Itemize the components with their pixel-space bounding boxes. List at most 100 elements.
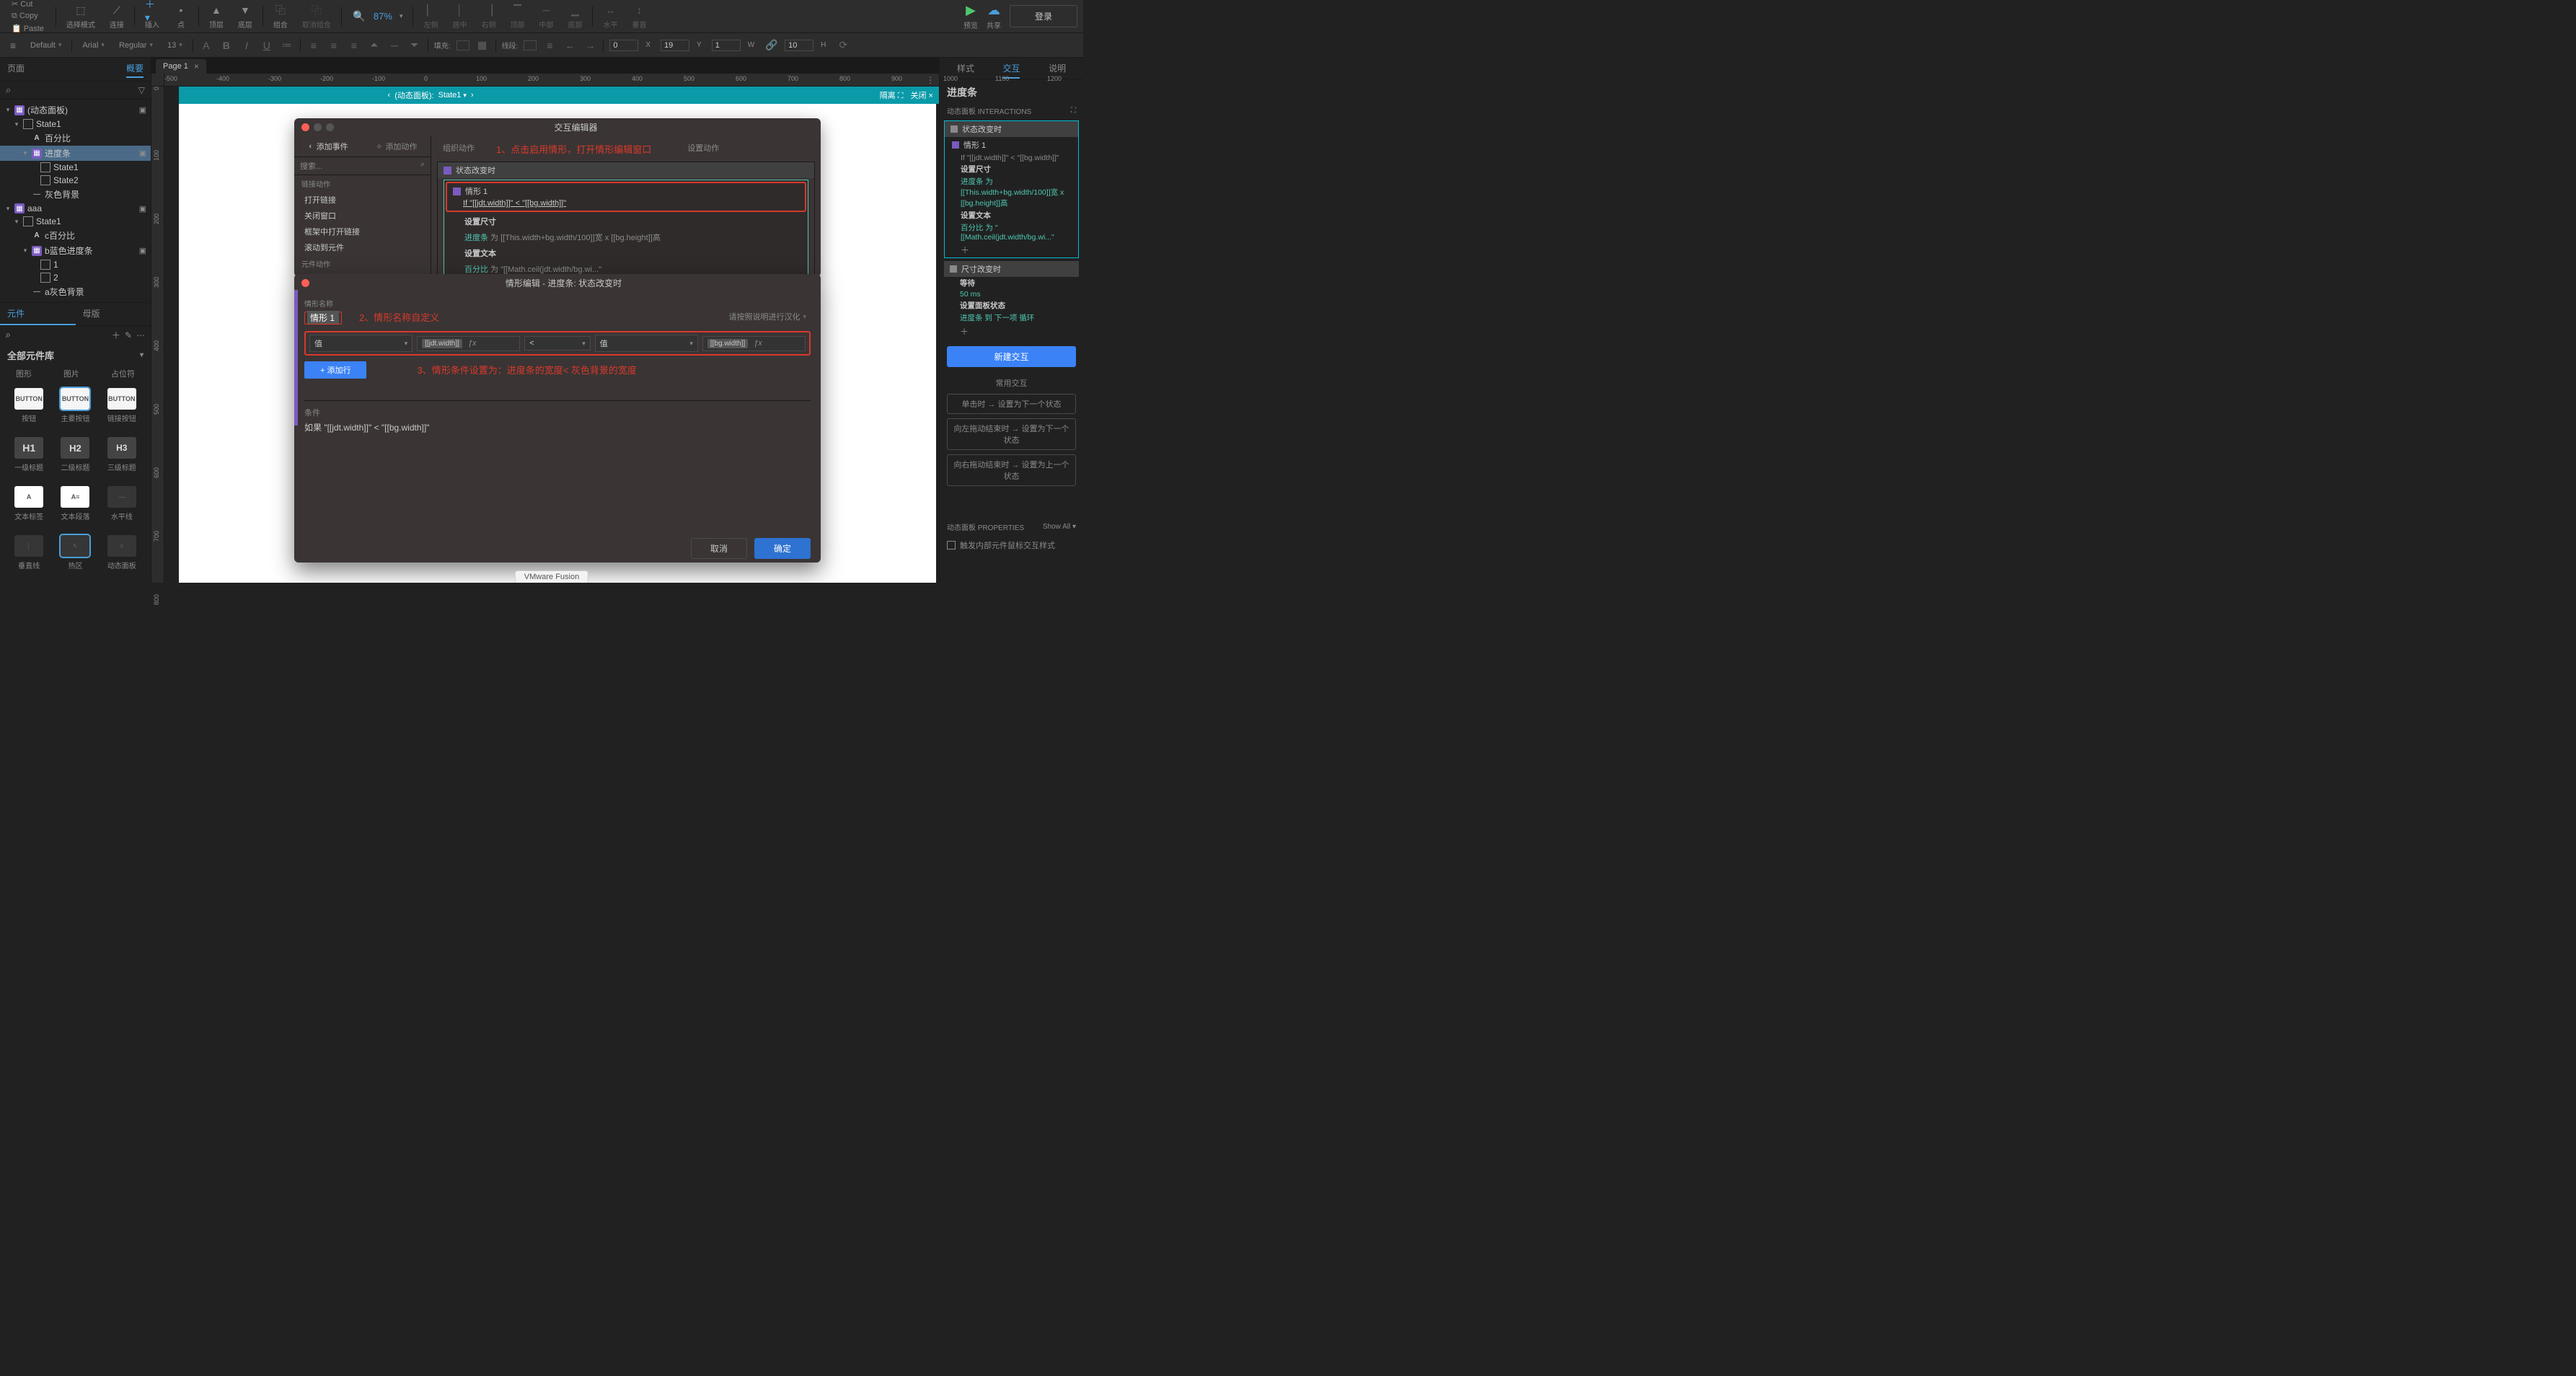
align-left-button[interactable]: ▏左侧: [419, 3, 442, 30]
fx-icon[interactable]: ƒx: [751, 339, 765, 348]
section-expand-icon[interactable]: ⛶: [1071, 107, 1076, 115]
search-icon[interactable]: ⌕: [6, 84, 11, 96]
common-swipe-left[interactable]: 向左拖动结束时 → 设置为下一个状态: [947, 418, 1076, 450]
col-setup[interactable]: 设置动作: [687, 142, 719, 156]
bold-icon[interactable]: B: [219, 38, 234, 53]
lib-item[interactable]: H1一级标题: [7, 437, 50, 480]
mac-min-icon[interactable]: [314, 123, 322, 131]
point-button[interactable]: •点: [169, 3, 193, 30]
lock-aspect-icon[interactable]: 🔗: [764, 38, 779, 53]
ungroup-button[interactable]: ⿻取消组合: [298, 3, 335, 30]
zoom-control[interactable]: 🔍87%▾: [348, 9, 407, 24]
show-all-toggle[interactable]: Show All ▾: [1043, 523, 1076, 531]
lib-edit-icon[interactable]: ✎: [125, 330, 132, 340]
tree-row-s1[interactable]: ▾State1: [0, 118, 151, 131]
tab-components[interactable]: 元件: [0, 303, 76, 325]
line-width-icon[interactable]: ≡: [542, 38, 557, 53]
login-button[interactable]: 登录: [1010, 5, 1077, 27]
tree-row-b1[interactable]: 1: [0, 258, 151, 271]
isolate-button[interactable]: 隔离 ⛶: [880, 89, 904, 101]
dist-h-button[interactable]: ↔水平: [599, 3, 622, 30]
lib-title[interactable]: 全部元件库: [0, 344, 151, 366]
action-set-size[interactable]: 设置尺寸: [945, 163, 1078, 175]
state-next-icon[interactable]: ›: [471, 91, 474, 100]
common-swipe-right[interactable]: 向右拖动结束时 → 设置为上一个状态: [947, 454, 1076, 486]
weight-dropdown[interactable]: Regular: [115, 40, 157, 51]
action-set-size[interactable]: 设置尺寸: [444, 213, 808, 229]
close-tab-icon[interactable]: ×: [194, 61, 199, 71]
align-bottom-button[interactable]: ▁底部: [563, 3, 586, 30]
halign-left-icon[interactable]: ≡: [306, 38, 321, 53]
share-button[interactable]: ☁共享: [987, 3, 1001, 30]
action-set-text[interactable]: 设置文本: [945, 209, 1078, 221]
action-close-window[interactable]: 关闭窗口: [294, 208, 431, 224]
state-prev-icon[interactable]: ‹: [388, 91, 391, 100]
case-condition[interactable]: If "[[jdt.width]]" < "[[bg.width]]": [447, 199, 805, 211]
align-right-button[interactable]: ▕右侧: [477, 3, 500, 30]
lib-item[interactable]: H3三级标题: [100, 437, 144, 480]
style-dropdown[interactable]: Default: [26, 40, 66, 51]
align-center-button[interactable]: │居中: [448, 3, 471, 30]
tab-masters[interactable]: 母版: [76, 303, 151, 325]
action-set-panel-state[interactable]: 设置面板状态: [944, 299, 1079, 312]
align-top-button[interactable]: ▔顶部: [506, 3, 529, 30]
bullets-icon[interactable]: ≔: [280, 38, 294, 53]
lib-item[interactable]: H2二级标题: [53, 437, 97, 480]
action-open-link[interactable]: 打开链接: [294, 192, 431, 208]
mac-close-icon[interactable]: [301, 123, 309, 131]
size-dropdown[interactable]: 13: [163, 40, 187, 51]
lib-item[interactable]: A文本标签: [7, 486, 50, 529]
italic-icon[interactable]: I: [239, 38, 254, 53]
insert-button[interactable]: ＋▾插入: [141, 3, 164, 30]
lib-item[interactable]: A≡文本段落: [53, 486, 97, 529]
lib-add-icon[interactable]: ＋: [112, 329, 120, 341]
lib-search-icon[interactable]: ⌕: [6, 330, 11, 340]
action-scroll-to[interactable]: 滚动到元件: [294, 239, 431, 255]
tree-row-aaa[interactable]: ▾▦aaa▣: [0, 202, 151, 215]
valign-mid-icon[interactable]: ─: [387, 38, 402, 53]
fill-more-icon[interactable]: ▦: [475, 38, 490, 53]
bring-top-button[interactable]: ▲顶层: [205, 3, 228, 30]
case-name-input[interactable]: [307, 311, 339, 324]
tree-row-agray[interactable]: —a灰色背景: [0, 284, 151, 299]
valign-top-icon[interactable]: ⏶: [367, 38, 381, 53]
case-1[interactable]: 情形 1: [945, 137, 1078, 153]
add-condition-row-button[interactable]: + 添加行: [304, 361, 366, 379]
connect-button[interactable]: ⟋连接: [105, 3, 128, 30]
event-state-change[interactable]: 状态改变时: [438, 162, 814, 178]
ruler-menu-icon[interactable]: ⋮: [926, 75, 935, 85]
state-dropdown[interactable]: State1 ▾: [438, 91, 467, 100]
close-state-button[interactable]: 关闭 ×: [910, 89, 932, 101]
send-bottom-button[interactable]: ▼底层: [234, 3, 257, 30]
localize-dropdown[interactable]: 请按照说明进行汉化: [724, 309, 811, 324]
tab-pages[interactable]: 页面: [7, 62, 25, 78]
preview-button[interactable]: ▶预览: [963, 3, 978, 30]
action-search[interactable]: 搜索...⌕: [294, 157, 431, 175]
group-button[interactable]: ⿻组合: [269, 3, 292, 30]
lib-item[interactable]: —水平线: [100, 486, 144, 529]
rotate-icon[interactable]: ⟳: [836, 38, 850, 53]
tree-row-b2[interactable]: 2: [0, 271, 151, 284]
lib-cat-image[interactable]: 图片: [63, 368, 79, 379]
lib-item[interactable]: │垂直线: [7, 535, 50, 578]
x-input[interactable]: [609, 40, 638, 51]
event-resize[interactable]: 尺寸改变时: [944, 261, 1079, 277]
paste-button[interactable]: 📋 Paste: [10, 23, 45, 34]
line-arrow-r-icon[interactable]: →: [583, 38, 597, 53]
lib-item[interactable]: ≡动态面板: [100, 535, 144, 578]
mac-close-icon[interactable]: [301, 279, 309, 287]
cut-button[interactable]: ✂ Cut: [10, 0, 34, 9]
add-action-tab[interactable]: ✧添加动作: [363, 136, 431, 156]
copy-button[interactable]: ⧉ Copy: [10, 11, 40, 22]
page-tab[interactable]: Page 1×: [156, 59, 206, 74]
w-input[interactable]: [712, 40, 741, 51]
tree-row-dp[interactable]: ▾▦(动态面板)▣: [0, 102, 151, 118]
y-input[interactable]: [661, 40, 689, 51]
underline-icon[interactable]: U: [260, 38, 274, 53]
cond-operator[interactable]: <: [524, 336, 590, 350]
canvas[interactable]: ‹ (动态面板): State1 ▾ › 隔离 ⛶ 关闭 ×: [164, 87, 939, 583]
tab-style[interactable]: 样式: [957, 62, 974, 79]
tree-row-bblue[interactable]: ▾▦b蓝色进度条▣: [0, 243, 151, 258]
fill-swatch[interactable]: [456, 40, 469, 50]
select-mode-button[interactable]: ⬚选择模式: [62, 3, 100, 30]
